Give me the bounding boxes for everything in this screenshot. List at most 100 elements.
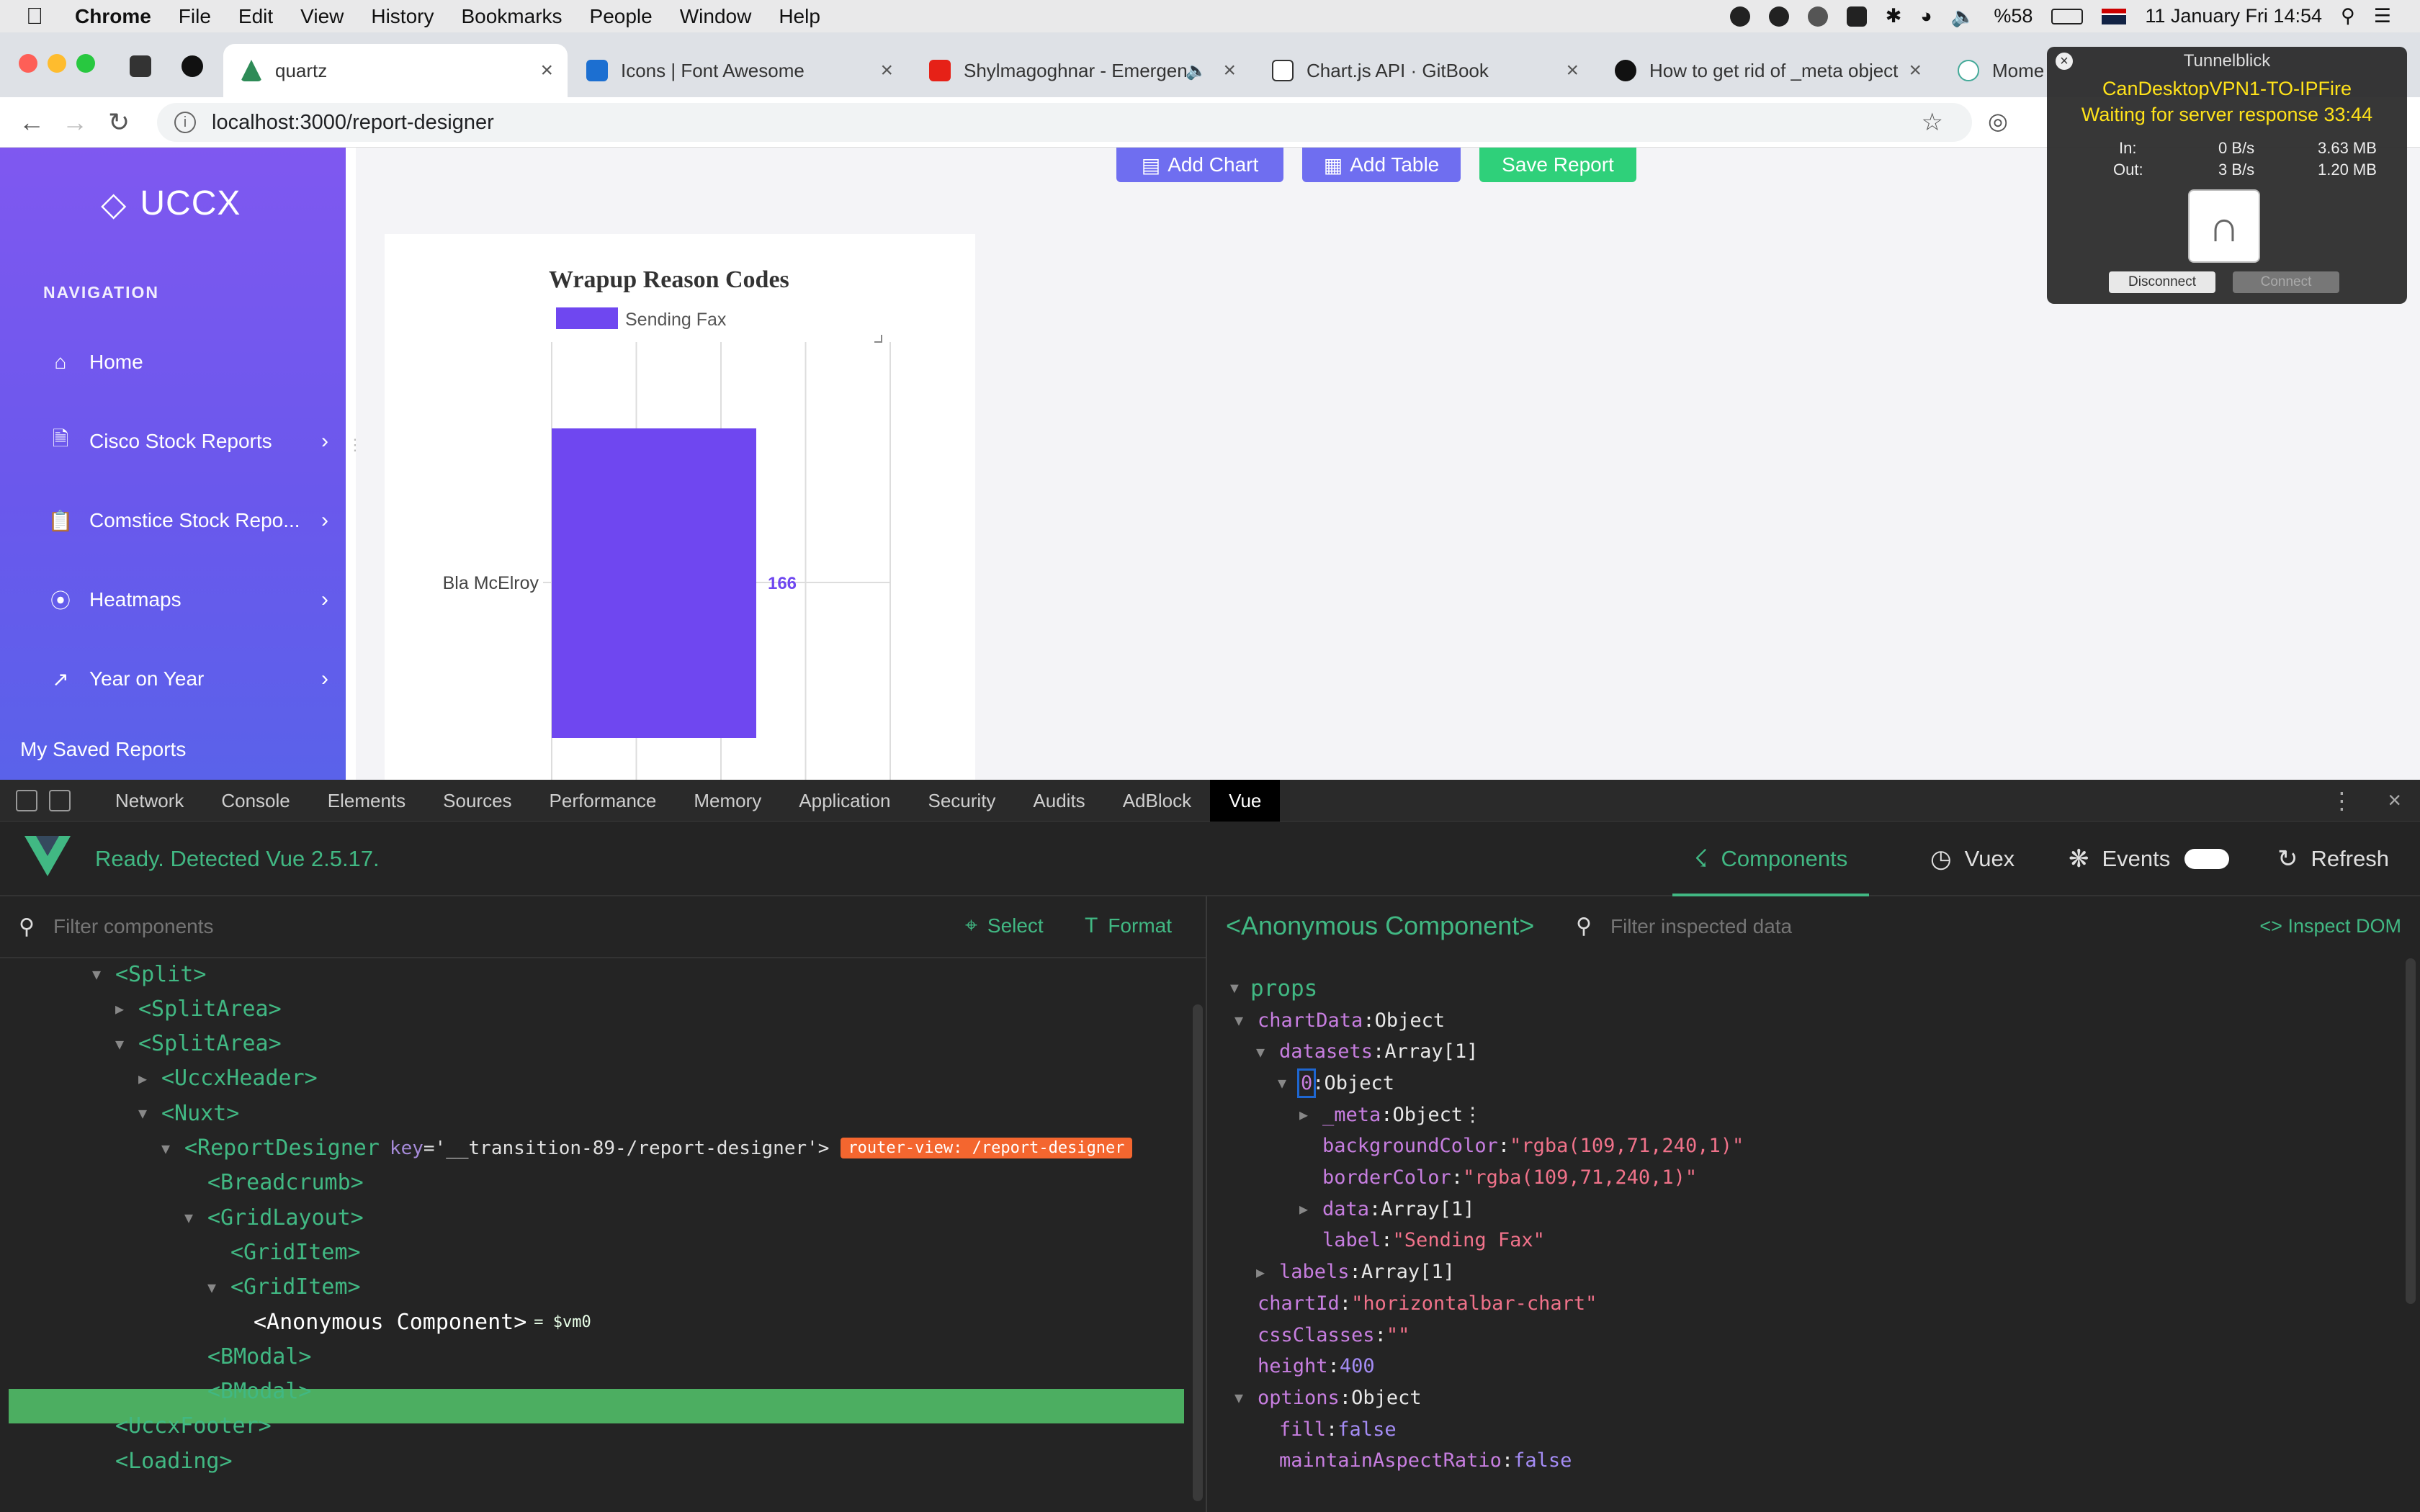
tab-close-icon[interactable]: ×: [1909, 58, 1922, 83]
prop-row[interactable]: label: "Sending Fax": [1322, 1225, 1545, 1256]
refresh-button[interactable]: ↻ Refresh: [2277, 837, 2389, 881]
events-toggle[interactable]: [2184, 849, 2230, 869]
component-tree-node[interactable]: <Loading>: [92, 1444, 233, 1478]
apple-logo-icon[interactable]: : [26, 3, 55, 30]
expanded-triangle-icon[interactable]: ▼: [184, 1209, 207, 1226]
tunnelblick-close-icon[interactable]: ×: [2056, 53, 2073, 70]
tab-close-icon[interactable]: ×: [1223, 58, 1236, 83]
bar[interactable]: [552, 428, 756, 738]
devtools-tab-adblock[interactable]: AdBlock: [1104, 780, 1210, 822]
tab-close-icon[interactable]: ×: [880, 58, 893, 83]
devtools-tab-memory[interactable]: Memory: [675, 780, 780, 822]
expanded-triangle-icon[interactable]: ▼: [161, 1140, 184, 1157]
tunnelblick-menu-icon[interactable]: [1807, 6, 1828, 27]
inspector-scrollbar[interactable]: [2406, 958, 2416, 1304]
expanded-triangle-icon[interactable]: ▼: [1278, 1074, 1301, 1092]
bookmark-star-icon[interactable]: ☆: [1922, 108, 1943, 137]
collapsed-triangle-icon[interactable]: ▶: [1299, 1200, 1322, 1218]
menu-datetime[interactable]: 11 January Fri 14:54: [2145, 5, 2322, 27]
tab-events[interactable]: ❋ Events: [2069, 837, 2230, 881]
component-tree-node[interactable]: ▼ <GridLayout>: [184, 1200, 364, 1235]
prop-row[interactable]: borderColor: "rgba(109,71,240,1)": [1322, 1162, 1697, 1194]
device-toolbar-icon[interactable]: [49, 789, 71, 811]
uk-flag-icon[interactable]: [2102, 8, 2127, 24]
inspect-dom-button[interactable]: <> Inspect DOM: [2259, 915, 2401, 937]
menu-people[interactable]: People: [590, 5, 653, 28]
save-report-button[interactable]: Save Report: [1479, 148, 1636, 182]
menu-history[interactable]: History: [371, 5, 434, 28]
collapsed-triangle-icon[interactable]: ▶: [138, 1070, 161, 1087]
prop-row[interactable]: chartId: "horizontalbar-chart": [1258, 1287, 1597, 1319]
address-bar[interactable]: i localhost:3000/report-designer ☆: [157, 103, 1972, 142]
battery-percent[interactable]: %58: [1994, 5, 2033, 27]
inspect-element-icon[interactable]: [16, 789, 37, 811]
devtools-tab-performance[interactable]: Performance: [531, 780, 676, 822]
window-zoom-button[interactable]: [76, 54, 95, 73]
legend-label[interactable]: Sending Fax: [625, 310, 727, 330]
sidebar-item-comstice-stock-reports[interactable]: 📋 Comstice Stock Repo... ›: [48, 499, 328, 542]
resize-corner-icon[interactable]: [874, 335, 882, 343]
reload-icon[interactable]: ↻: [108, 107, 130, 138]
split-resize-handle[interactable]: ⋮⋮: [347, 436, 379, 486]
my-saved-reports-link[interactable]: My Saved Reports: [20, 738, 186, 761]
menu-bookmarks[interactable]: Bookmarks: [461, 5, 562, 28]
tab-vuex[interactable]: ◷ Vuex: [1930, 837, 2015, 881]
component-tree-node[interactable]: <Anonymous Component> = $vm0: [230, 1305, 591, 1339]
component-tree-node[interactable]: ▶ <SplitArea>: [115, 991, 282, 1026]
disconnect-button[interactable]: Disconnect: [2109, 271, 2215, 293]
window-close-button[interactable]: [19, 54, 37, 73]
expanded-triangle-icon[interactable]: ▼: [1256, 1043, 1279, 1061]
add-table-button[interactable]: ▦ Add Table: [1302, 148, 1461, 182]
component-tree-node[interactable]: ▶ <UccxHeader>: [138, 1061, 318, 1096]
pinned-tab-spotify-icon[interactable]: [182, 55, 203, 77]
prop-row[interactable]: maintainAspectRatio: false: [1279, 1445, 1572, 1477]
sidebar-item-home[interactable]: ⌂ Home: [48, 341, 328, 384]
sidebar-item-heatmaps[interactable]: ⦿ Heatmaps ›: [48, 578, 328, 621]
tab-font-awesome[interactable]: Icons | Font Awesome ×: [569, 44, 908, 97]
prop-row[interactable]: ▶ data: Array[1]: [1299, 1193, 1474, 1225]
prop-row[interactable]: ▼ 0: Object: [1278, 1067, 1394, 1099]
wifi-icon[interactable]: ◕: [1920, 5, 1932, 27]
expanded-triangle-icon[interactable]: ▼: [207, 1279, 230, 1296]
devtools-tab-application[interactable]: Application: [780, 780, 909, 822]
tab-close-icon[interactable]: ×: [1566, 58, 1579, 83]
chart-grid-item[interactable]: Wrapup Reason Codes Sending Fax Bla McEl…: [385, 234, 975, 780]
component-tree-node[interactable]: <BModal>: [184, 1374, 312, 1409]
window-minimize-button[interactable]: [48, 54, 66, 73]
prop-row[interactable]: ▶ _meta: Object ⋮: [1299, 1099, 1482, 1130]
devtools-tab-network[interactable]: Network: [97, 780, 202, 822]
tab-quartz[interactable]: quartz ×: [223, 44, 568, 97]
devtools-tab-elements[interactable]: Elements: [309, 780, 424, 822]
tab-chartjs-gitbook[interactable]: Chart.js API · GitBook ×: [1255, 44, 1593, 97]
prop-row[interactable]: backgroundColor: "rgba(109,71,240,1)": [1322, 1130, 1744, 1162]
grid-icon[interactable]: [1846, 6, 1867, 27]
sidebar-item-cisco-stock-reports[interactable]: 🗎 Cisco Stock Reports ›: [48, 420, 328, 463]
devtools-tab-vue[interactable]: Vue: [1210, 779, 1281, 822]
component-tree-node[interactable]: <Breadcrumb>: [184, 1166, 364, 1200]
chart-legend[interactable]: Sending Fax: [556, 307, 727, 330]
pinned-tab-slack-icon[interactable]: [130, 55, 151, 77]
menu-window[interactable]: Window: [680, 5, 752, 28]
devtools-tab-audits[interactable]: Audits: [1014, 780, 1103, 822]
prop-row[interactable]: height: 400: [1258, 1351, 1375, 1382]
devtools-tab-security[interactable]: Security: [910, 780, 1015, 822]
menu-view[interactable]: View: [300, 5, 344, 28]
menu-help[interactable]: Help: [779, 5, 820, 28]
volume-icon[interactable]: 🔈: [1951, 5, 1976, 28]
bluetooth-icon[interactable]: ✱: [1886, 5, 1902, 27]
tree-scrollbar[interactable]: [1193, 1004, 1203, 1501]
component-tree-node[interactable]: <BModal>: [184, 1339, 312, 1374]
record-icon[interactable]: [1729, 6, 1750, 27]
prop-row[interactable]: ▼ options: Object: [1234, 1382, 1422, 1413]
component-tree-node[interactable]: ▼ <SplitArea>: [115, 1027, 282, 1061]
collapsed-triangle-icon[interactable]: ▶: [1299, 1106, 1322, 1123]
expanded-triangle-icon[interactable]: ▼: [92, 966, 115, 983]
component-tree-node[interactable]: ▼ <ReportDesigner key ='__transition-89-/re…: [161, 1131, 1132, 1166]
menu-app-name[interactable]: Chrome: [75, 5, 151, 28]
component-tree-node[interactable]: <GridItem>: [207, 1235, 361, 1269]
component-tree-node[interactable]: ▼ <Nuxt>: [138, 1096, 239, 1130]
legend-swatch[interactable]: [556, 307, 618, 329]
format-tool-button[interactable]: T Format: [1085, 914, 1172, 938]
url-text[interactable]: localhost:3000/report-designer: [212, 111, 494, 135]
tab-components[interactable]: ☇ Components: [1672, 837, 1870, 896]
